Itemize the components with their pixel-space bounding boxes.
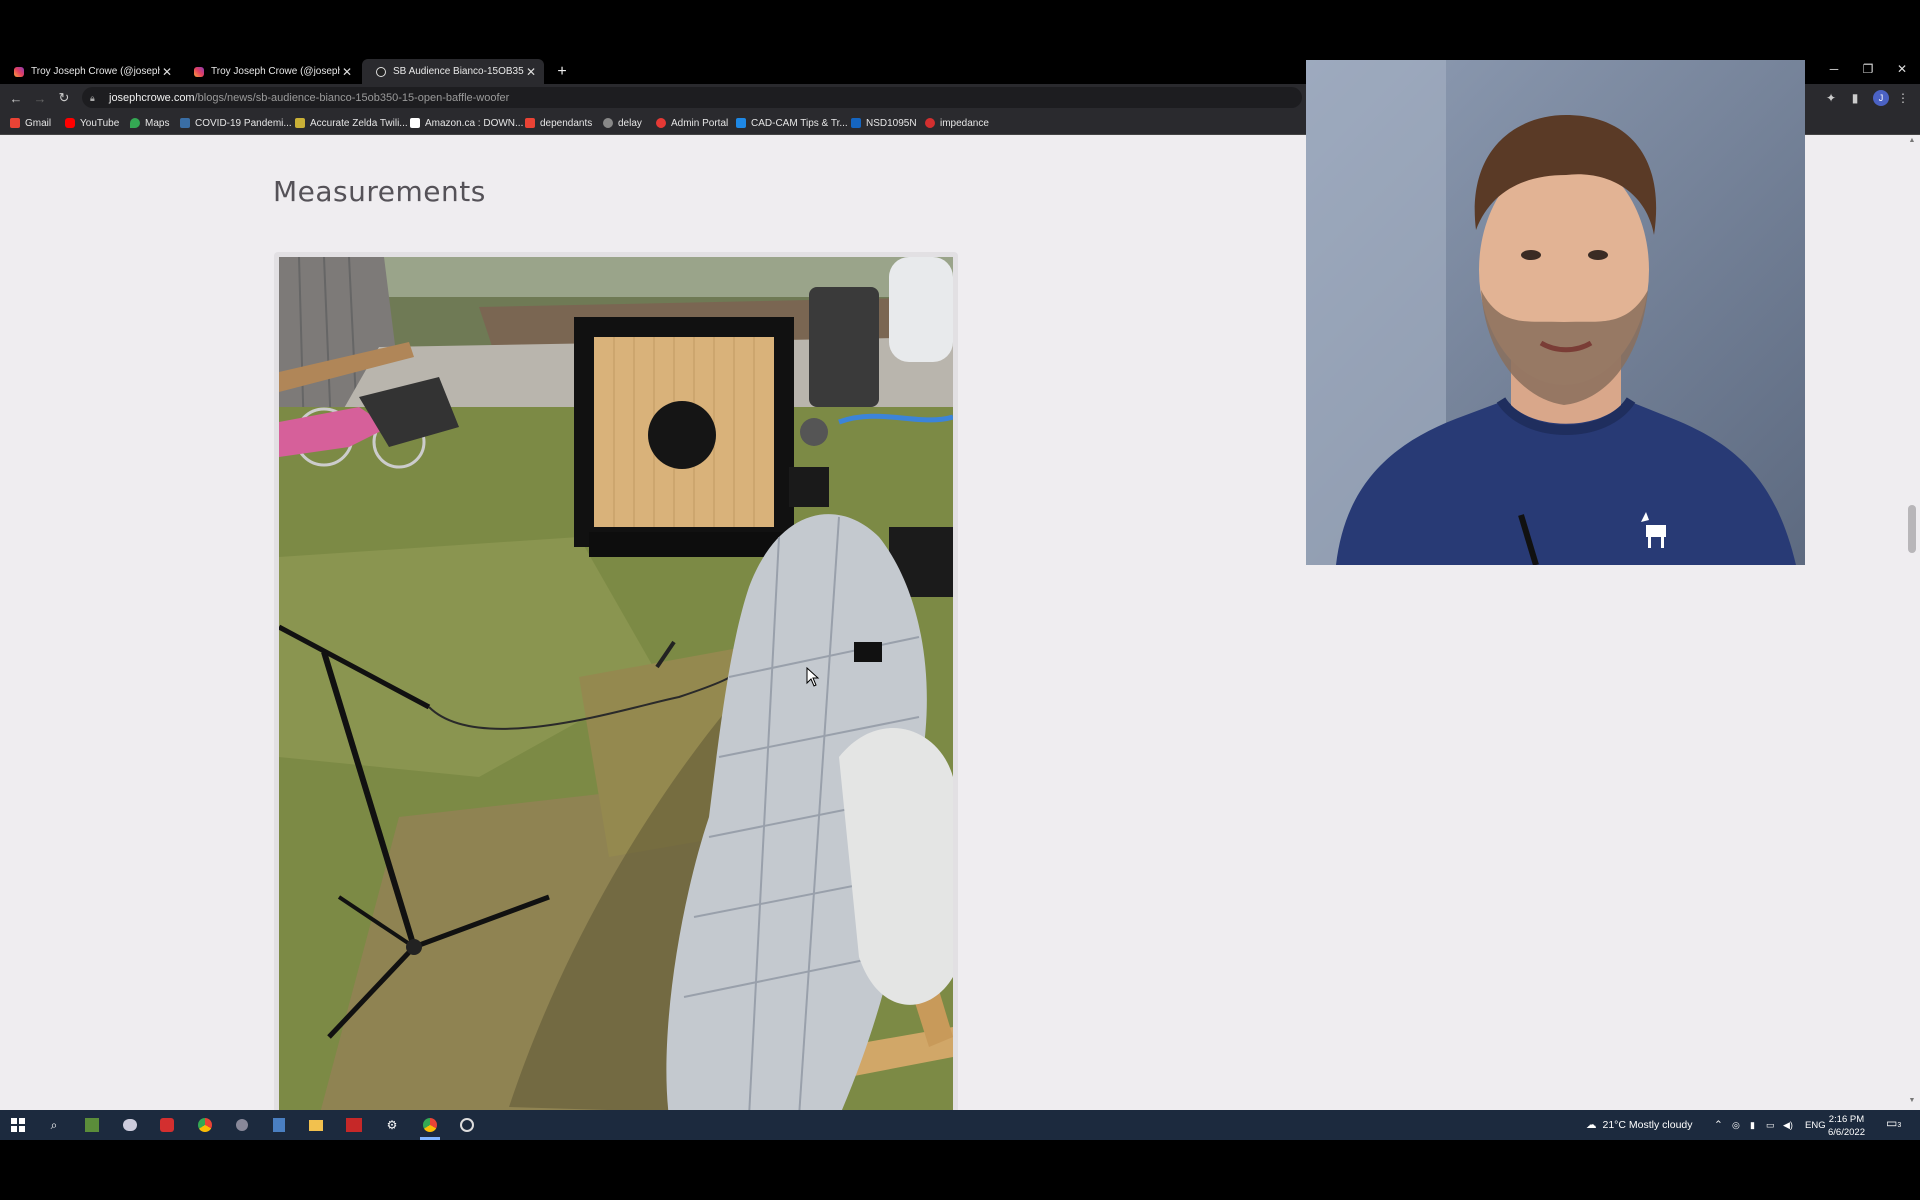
windows-start-icon[interactable] bbox=[8, 1115, 28, 1135]
gmail-icon bbox=[525, 118, 535, 128]
measurement-photo-illustration bbox=[279, 257, 953, 1110]
reload-icon[interactable]: ↻ bbox=[54, 88, 74, 108]
chrome-icon[interactable] bbox=[195, 1115, 215, 1135]
address-bar[interactable]: 🔒︎ josephcrowe.com/blogs/news/sb-audienc… bbox=[82, 87, 1302, 108]
menu-kebab-icon[interactable]: ⋮ bbox=[1895, 90, 1911, 106]
ccleaner-icon[interactable] bbox=[157, 1115, 177, 1135]
bookmark-page-icon bbox=[295, 118, 305, 128]
measurement-photo[interactable] bbox=[279, 257, 953, 1110]
file-explorer-icon[interactable] bbox=[306, 1115, 326, 1135]
bookmark-delay[interactable]: delay bbox=[603, 116, 642, 130]
restore-icon[interactable]: ❐ bbox=[1858, 62, 1878, 76]
profile-avatar[interactable]: J bbox=[1873, 90, 1889, 106]
bookmark-maps[interactable]: Maps bbox=[130, 116, 169, 130]
calculator-icon[interactable] bbox=[269, 1115, 289, 1135]
system-clock[interactable]: 2:16 PM 6/6/2022 bbox=[1828, 1113, 1865, 1139]
webcam-overlay bbox=[1306, 60, 1805, 565]
bookmark-admin-portal[interactable]: Admin Portal bbox=[656, 116, 728, 130]
close-window-icon[interactable]: ✕ bbox=[1892, 62, 1912, 76]
chrome-active-icon[interactable] bbox=[420, 1115, 440, 1135]
obs-icon[interactable] bbox=[457, 1115, 477, 1135]
url-path: /blogs/news/sb-audience-bianco-15ob350-1… bbox=[194, 91, 510, 104]
tray-chevron-icon[interactable]: ⌃ bbox=[1714, 1110, 1723, 1140]
tool-icon[interactable] bbox=[232, 1115, 252, 1135]
gmail-icon bbox=[10, 118, 20, 128]
maps-pin-icon bbox=[130, 118, 140, 128]
bookmark-cad-cam[interactable]: CAD-CAM Tips & Tr... bbox=[736, 116, 848, 130]
minecraft-icon[interactable] bbox=[82, 1115, 102, 1135]
forward-arrow-icon[interactable]: → bbox=[30, 88, 50, 108]
globe-icon bbox=[603, 118, 613, 128]
close-tab-icon[interactable]: ✕ bbox=[160, 65, 174, 79]
bookmark-amazon[interactable]: Amazon.ca : DOWN... bbox=[410, 116, 523, 130]
display-icon[interactable]: ▭ bbox=[1766, 1110, 1775, 1140]
webcam-presenter-illustration bbox=[1306, 60, 1805, 565]
active-app-indicator bbox=[420, 1137, 440, 1140]
bookmark-nsd1095n[interactable]: NSD1095N bbox=[851, 116, 917, 130]
tab-instagram-1[interactable]: Troy Joseph Crowe (@joseph_cro ✕ bbox=[0, 59, 180, 84]
tab-title: SB Audience Bianco-15OB350 15 bbox=[393, 66, 524, 77]
bookmark-page-icon bbox=[736, 118, 746, 128]
measurement-photo-frame bbox=[274, 252, 958, 1110]
instagram-icon bbox=[14, 66, 24, 77]
new-tab-button[interactable]: + bbox=[552, 59, 572, 84]
side-panel-icon[interactable]: ▮ bbox=[1847, 90, 1863, 106]
tab-sb-audience[interactable]: SB Audience Bianco-15OB350 15 ✕ bbox=[362, 59, 544, 84]
speaker-icon[interactable]: ◀) bbox=[1783, 1110, 1793, 1140]
minimize-icon[interactable]: ─ bbox=[1824, 62, 1844, 76]
bookmark-impedance[interactable]: impedance bbox=[925, 116, 989, 130]
cloud-icon: ☁ bbox=[1586, 1119, 1597, 1131]
back-arrow-icon[interactable]: ← bbox=[6, 88, 26, 108]
tab-instagram-2[interactable]: Troy Joseph Crowe (@joseph_cro ✕ bbox=[180, 59, 360, 84]
network-icon[interactable]: ◎ bbox=[1732, 1110, 1740, 1140]
page-scrollbar[interactable]: ▲ ▼ bbox=[1904, 135, 1920, 1110]
screen: Troy Joseph Crowe (@joseph_cro ✕ Troy Jo… bbox=[0, 0, 1920, 1200]
app-icon[interactable] bbox=[120, 1115, 140, 1135]
settings-gear-icon[interactable]: ⚙ bbox=[382, 1115, 402, 1135]
amazon-icon bbox=[410, 118, 420, 128]
tab-title: Troy Joseph Crowe (@joseph_cro bbox=[31, 66, 160, 77]
url-host: josephcrowe.com bbox=[109, 91, 195, 104]
tab-title: Troy Joseph Crowe (@joseph_cro bbox=[211, 66, 340, 77]
mouse-cursor-icon bbox=[806, 667, 820, 687]
bookmark-covid[interactable]: COVID-19 Pandemi... bbox=[180, 116, 292, 130]
bookmark-youtube[interactable]: YouTube bbox=[65, 116, 119, 130]
weather-widget[interactable]: ☁ 21°C Mostly cloudy bbox=[1586, 1110, 1693, 1140]
bookmark-dependants[interactable]: dependants bbox=[525, 116, 592, 130]
youtube-icon bbox=[65, 118, 75, 128]
language-indicator[interactable]: ENG bbox=[1805, 1110, 1826, 1140]
close-tab-icon[interactable]: ✕ bbox=[524, 65, 538, 79]
bookmark-page-icon bbox=[851, 118, 861, 128]
close-tab-icon[interactable]: ✕ bbox=[340, 65, 354, 79]
bookmark-page-icon bbox=[656, 118, 666, 128]
bookmark-zelda[interactable]: Accurate Zelda Twili... bbox=[295, 116, 408, 130]
scroll-up-arrow-icon[interactable]: ▲ bbox=[1908, 137, 1916, 144]
windows-taskbar: ⌕ ⚙ ☁ 21°C Mostly cloudy ⌃ ◎ ▮ ▭ ◀) ENG … bbox=[0, 1110, 1920, 1140]
extensions-puzzle-icon[interactable]: ✦ bbox=[1823, 90, 1839, 106]
scrollbar-thumb[interactable] bbox=[1908, 505, 1916, 553]
search-icon[interactable]: ⌕ bbox=[44, 1115, 64, 1135]
scroll-down-arrow-icon[interactable]: ▼ bbox=[1908, 1097, 1916, 1104]
section-heading: Measurements bbox=[273, 175, 486, 208]
notification-center-icon[interactable]: ▭3 bbox=[1886, 1116, 1904, 1134]
globe-icon bbox=[376, 66, 386, 77]
bookmark-page-icon bbox=[925, 118, 935, 128]
instagram-icon bbox=[194, 66, 204, 77]
sw-app-icon[interactable] bbox=[344, 1115, 364, 1135]
bookmark-page-icon bbox=[180, 118, 190, 128]
microphone-icon[interactable]: ▮ bbox=[1750, 1110, 1755, 1140]
bookmark-gmail[interactable]: Gmail bbox=[10, 116, 51, 130]
lock-icon: 🔒︎ bbox=[90, 93, 95, 103]
